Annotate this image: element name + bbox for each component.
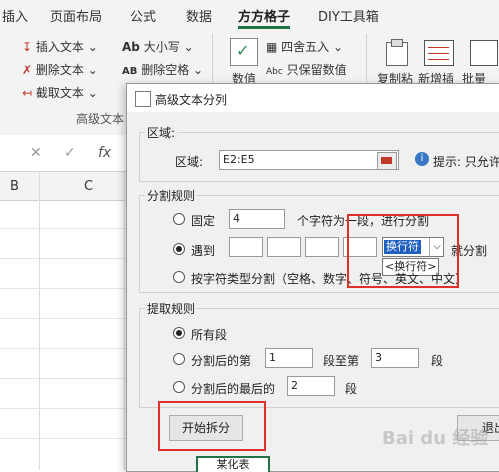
case-icon: Ab <box>122 40 140 54</box>
delimiter-input-1[interactable] <box>229 237 263 257</box>
tab-data[interactable]: 数据 <box>186 6 212 25</box>
round-label: 四舍五入 <box>281 40 330 54</box>
segment-suffix-label: 段 <box>431 354 444 368</box>
tab-fangfang[interactable]: 方方格子 <box>238 6 290 25</box>
dialog-app-icon <box>135 91 151 107</box>
keep-numbers-button[interactable]: Abc 只保留数值 <box>266 61 347 78</box>
chevron-down-icon: ⌄ <box>87 40 98 54</box>
extract-rules-legend: 提取规则 <box>145 300 198 317</box>
split-rules-legend: 分割规则 <box>145 187 198 204</box>
extract-text-button[interactable]: ↤ 截取文本 ⌄ <box>22 84 98 101</box>
last-segments-suffix: 段 <box>345 382 358 396</box>
range-select-icon[interactable] <box>377 152 397 170</box>
remove-space-label: 删除空格 <box>141 63 190 77</box>
encounter-radio[interactable] <box>173 243 185 255</box>
abc-icon: Abc <box>266 67 283 77</box>
delete-text-button[interactable]: ✗ 删除文本 ⌄ <box>22 61 98 78</box>
remove-space-icon: AB <box>122 66 138 77</box>
chevron-down-icon: ⌄ <box>333 40 344 54</box>
info-icon: i <box>415 152 429 166</box>
case-label: 大小写 <box>143 40 180 54</box>
all-segments-label: 所有段 <box>191 328 228 342</box>
last-segments-input[interactable]: 2 <box>287 376 335 396</box>
dialog-titlebar[interactable]: 高级文本分列 <box>127 84 499 112</box>
text-group-label: 高级文本 <box>76 112 125 126</box>
fixed-label: 固定 <box>191 214 216 228</box>
keep-numbers-label: 只保留数值 <box>286 63 347 77</box>
confirm-icon[interactable]: ✓ <box>64 145 76 161</box>
fixed-length-input[interactable]: 4 <box>229 209 285 229</box>
tab-page-layout[interactable]: 页面布局 <box>50 6 102 25</box>
column-b-header[interactable]: B <box>10 179 19 194</box>
all-segments-radio[interactable] <box>173 327 185 339</box>
chevron-down-icon: ⌄ <box>87 63 98 77</box>
after-split-label: 分割后的第 <box>191 354 252 368</box>
watermark: Bai du 经验 <box>382 428 489 449</box>
insert-text-button[interactable]: ↧ 插入文本 ⌄ <box>22 38 98 55</box>
tab-diy-toolbox[interactable]: DIY工具箱 <box>318 6 379 25</box>
extract-text-icon: ↤ <box>22 86 33 100</box>
cancel-icon[interactable]: ✕ <box>30 145 42 161</box>
delimiter-input-2[interactable] <box>267 237 301 257</box>
remove-space-button[interactable]: AB 删除空格 ⌄ <box>122 61 203 78</box>
delete-text-label: 删除文本 <box>35 63 84 77</box>
region-legend: 区域: <box>145 124 178 141</box>
delimiter-input-3[interactable] <box>305 237 339 257</box>
clipboard-icon[interactable] <box>384 38 410 66</box>
segment-to-input[interactable]: 3 <box>371 348 419 368</box>
after-split-radio[interactable] <box>173 353 185 365</box>
tab-formulas[interactable]: 公式 <box>130 6 156 25</box>
active-tab-indicator <box>238 26 290 29</box>
region-input[interactable]: E2:E5 <box>219 150 399 170</box>
insert-text-icon: ↧ <box>22 40 33 54</box>
case-button[interactable]: Ab 大小写 ⌄ <box>122 38 194 55</box>
new-insert-icon[interactable] <box>424 40 454 66</box>
start-button-highlight-box <box>158 401 266 451</box>
last-segments-label: 分割后的最后的 <box>191 382 276 396</box>
tab-insert[interactable]: 插入 <box>2 6 28 25</box>
segment-from-input[interactable]: 1 <box>265 348 313 368</box>
chevron-down-icon: ⌄ <box>193 63 204 77</box>
segment-to-label: 段至第 <box>323 354 360 368</box>
region-label: 区域: <box>175 155 204 169</box>
number-check-icon[interactable]: ✓ <box>230 38 258 66</box>
column-c-header[interactable]: C <box>84 179 93 194</box>
round-button[interactable]: ▦ 四舍五入 ⌄ <box>266 38 343 55</box>
dialog-title: 高级文本分列 <box>155 93 228 107</box>
round-icon: ▦ <box>266 40 278 54</box>
chevron-down-icon: ⌄ <box>87 86 98 100</box>
last-segments-radio[interactable] <box>173 381 185 393</box>
delete-text-icon: ✗ <box>22 63 33 77</box>
by-type-radio[interactable] <box>173 271 185 283</box>
fixed-radio[interactable] <box>173 213 185 225</box>
region-hint: 提示: 只允许 <box>433 155 499 169</box>
batch-icon[interactable] <box>470 40 498 66</box>
insert-text-label: 插入文本 <box>35 40 84 54</box>
encounter-label: 遇到 <box>191 244 216 258</box>
delimiter-highlight-box <box>347 214 459 288</box>
grid-line <box>124 172 125 470</box>
grid-line <box>39 172 40 470</box>
extract-text-label: 截取文本 <box>35 86 84 100</box>
chevron-down-icon: ⌄ <box>183 40 194 54</box>
function-icon[interactable]: fx <box>98 145 111 161</box>
